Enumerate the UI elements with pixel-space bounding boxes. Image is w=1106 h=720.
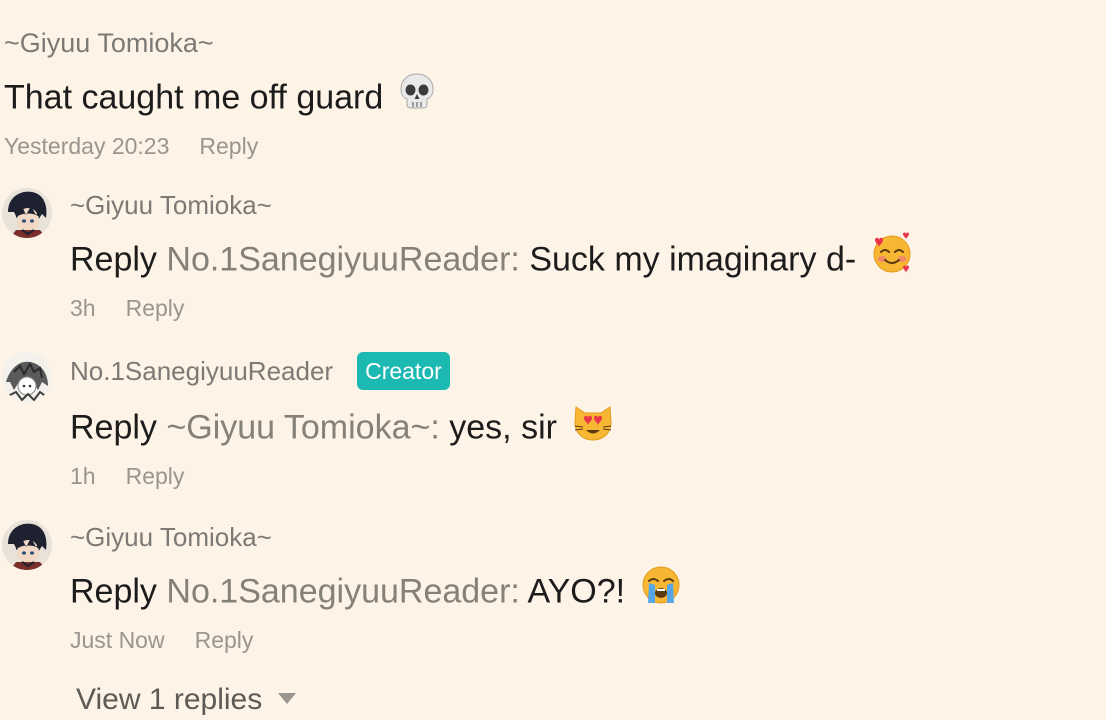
reply-target[interactable]: No.1SanegiyuuReader: [166,240,519,278]
comment-thread: ~Giyuu Tomioka~ That caught me off guard… [0,0,1106,720]
comment-meta: Yesterday 20:23 Reply [4,133,437,160]
reply-author: No.1SanegiyuuReader Creator [70,352,615,390]
reply-timestamp: 1h [70,463,96,489]
reply-button[interactable]: Reply [126,295,185,321]
reply-button[interactable]: Reply [199,133,258,159]
reply-content: ~Giyuu Tomioka~ Reply No.1SanegiyuuReade… [70,520,683,654]
reply-timestamp: Just Now [70,627,165,653]
reply-target[interactable]: ~Giyuu Tomioka~: [166,408,439,446]
view-replies-button[interactable]: View 1 replies [76,680,297,720]
reply-content: No.1SanegiyuuReader Creator Reply ~Giyuu… [70,352,615,490]
smiling-face-with-hearts-icon [870,231,914,286]
reply-author-name[interactable]: ~Giyuu Tomioka~ [70,188,272,222]
reply-prefix: Reply [70,572,157,611]
reply-text: Suck my imaginary d- [529,240,857,279]
avatar[interactable] [2,520,52,570]
reply-meta: 1h Reply [70,463,615,490]
reply-body: Reply ~Giyuu Tomioka~: yes, sir [70,402,615,457]
reply-button[interactable]: Reply [126,463,185,489]
reply-author: ~Giyuu Tomioka~ [70,188,914,222]
reply-author-name[interactable]: ~Giyuu Tomioka~ [70,520,272,554]
comment-author[interactable]: ~Giyuu Tomioka~ [4,26,437,60]
comment-timestamp: Yesterday 20:23 [4,133,170,159]
view-replies-label: View 1 replies [76,683,263,716]
reply-prefix: Reply [70,408,157,447]
avatar[interactable] [2,188,52,238]
reply-author: ~Giyuu Tomioka~ [70,520,683,554]
reply-content: ~Giyuu Tomioka~ Reply No.1SanegiyuuReade… [70,188,914,322]
reply-button[interactable]: Reply [195,627,254,653]
creator-badge: Creator [357,352,450,390]
heart-eyes-cat-icon [571,399,615,454]
reply-timestamp: 3h [70,295,96,321]
reply-meta: 3h Reply [70,295,914,322]
reply-text: yes, sir [449,408,557,447]
reply-body: Reply No.1SanegiyuuReader: Suck my imagi… [70,231,914,289]
comment-body: That caught me off guard [4,71,437,125]
comment-text: That caught me off guard [4,78,384,117]
skull-icon [397,71,437,122]
reply-body: Reply No.1SanegiyuuReader: AYO?! [70,566,683,621]
reply-text: AYO?! [527,572,626,611]
loudly-crying-face-icon [639,563,683,618]
top-comment: ~Giyuu Tomioka~ That caught me off guard… [4,26,437,160]
reply-prefix: Reply [70,240,157,279]
reply-author-name[interactable]: No.1SanegiyuuReader [70,354,333,388]
reply-meta: Just Now Reply [70,627,683,654]
chevron-down-icon [278,692,297,704]
reply-target[interactable]: No.1SanegiyuuReader: [166,572,519,610]
avatar[interactable] [2,352,52,402]
